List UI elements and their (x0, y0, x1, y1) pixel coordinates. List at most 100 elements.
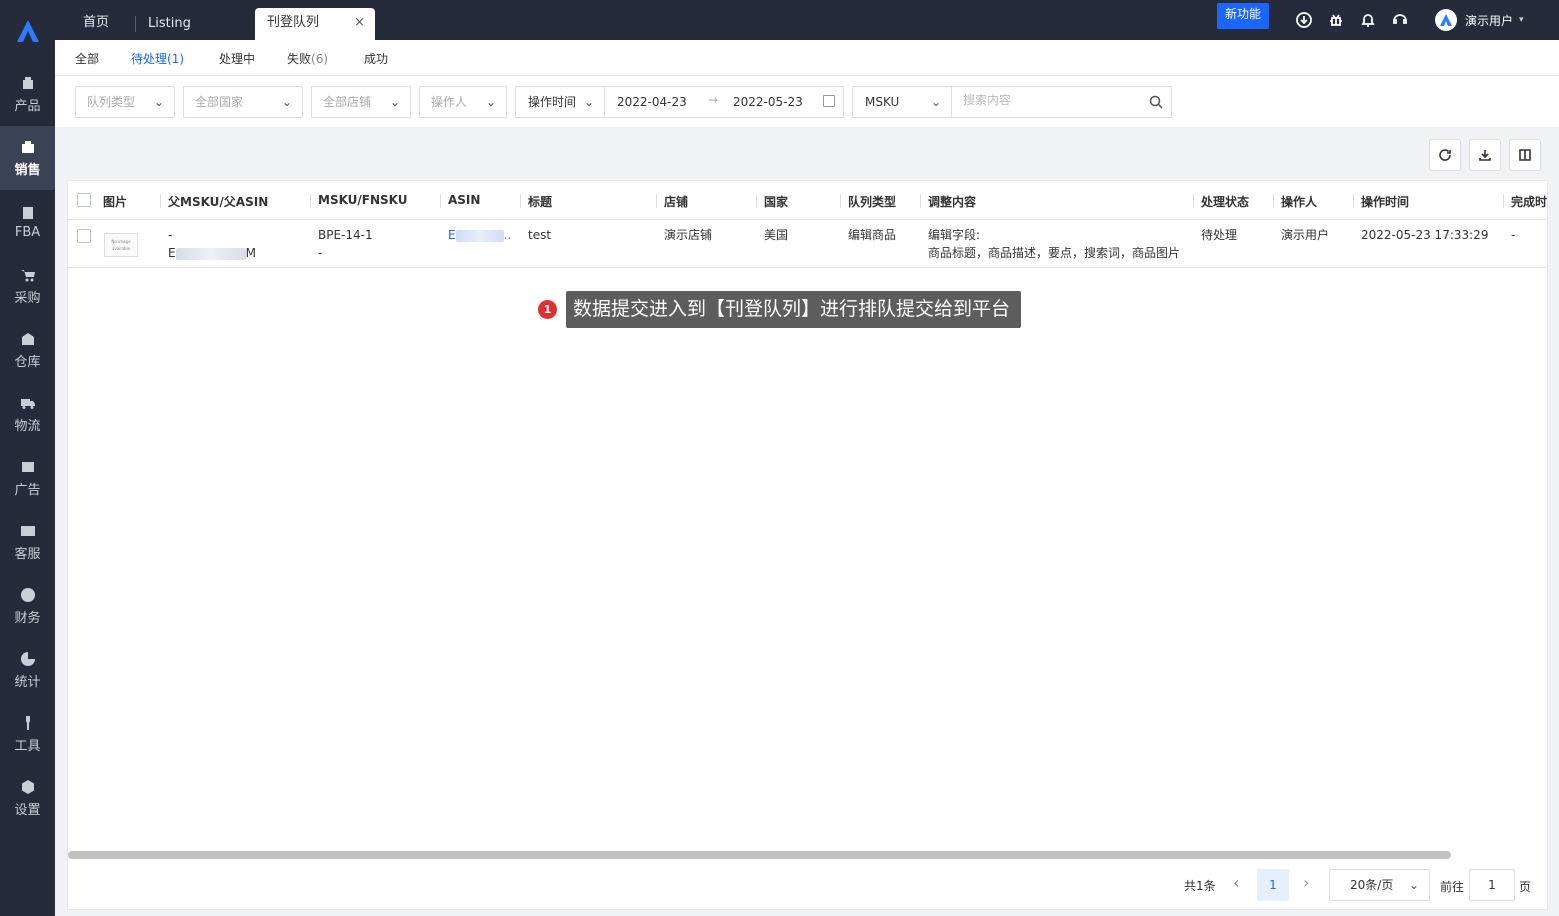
col-asin: ASIN (439, 193, 481, 208)
tab-label: 成功 (364, 52, 389, 66)
prev-page-icon[interactable]: ‹ (1233, 873, 1239, 892)
chevron-down-icon: ⌄ (1408, 878, 1419, 892)
bug-icon[interactable] (1327, 11, 1345, 29)
sidebar-item-label: 仓库 (14, 354, 41, 370)
top-icons (1295, 11, 1409, 29)
select-placeholder: 操作人 (431, 95, 468, 109)
product-thumbnail[interactable]: No image available (104, 233, 138, 257)
tab-count: (1) (167, 52, 185, 66)
sidebar-item-warehouse[interactable]: 仓库 (0, 318, 55, 382)
goto-page-input[interactable]: 1 (1469, 869, 1515, 901)
sidebar-item-fba[interactable]: FBA (0, 190, 55, 254)
select-placeholder: 队列类型 (87, 95, 136, 109)
table-toolbar (1429, 139, 1541, 171)
page-size-select[interactable]: 20条/页 ⌄ (1329, 869, 1430, 901)
tab-processing[interactable]: 处理中 (219, 50, 255, 67)
operator-select[interactable]: 操作人 ⌄ (419, 86, 507, 118)
select-all-checkbox[interactable] (77, 193, 91, 207)
columns-button[interactable] (1509, 139, 1541, 171)
export-button[interactable] (1469, 139, 1501, 171)
country-select[interactable]: 全部国家 ⌄ (183, 86, 303, 118)
fnsku: - (318, 246, 323, 260)
step-number-badge: 1 (538, 300, 557, 319)
parent-asin-end: M (245, 246, 256, 260)
sidebar-item-service[interactable]: 客服 (0, 510, 55, 574)
select-placeholder: 全部国家 (195, 95, 244, 109)
sidebar-item-stats[interactable]: 统计 (0, 638, 55, 702)
date-end-input[interactable]: 2022-05-23 (733, 95, 803, 109)
page-size-value: 20条/页 (1350, 878, 1394, 892)
calendar-icon[interactable] (823, 95, 835, 107)
sidebar-item-purchase[interactable]: 采购 (0, 254, 55, 318)
search-field-select[interactable]: MSKU ⌄ (853, 87, 952, 117)
download-icon[interactable] (1295, 11, 1313, 29)
next-page-icon[interactable]: › (1303, 873, 1309, 892)
chevron-down-icon: ⌄ (281, 95, 292, 109)
country: 美国 (764, 228, 789, 242)
tab-publish-queue[interactable]: 刊登队列 × (255, 8, 375, 40)
queue-type-select[interactable]: 队列类型 ⌄ (75, 86, 175, 118)
chevron-down-icon: ⌄ (930, 95, 941, 109)
chevron-down-icon: ⌄ (389, 95, 400, 109)
sidebar-item-finance[interactable]: 财务 (0, 574, 55, 638)
caret-down-icon: ▾ (1519, 15, 1524, 25)
refresh-icon (1439, 149, 1451, 161)
truck-icon (20, 395, 36, 411)
sidebar-item-label: 工具 (14, 738, 41, 754)
store-select[interactable]: 全部店铺 ⌄ (311, 86, 411, 118)
sidebar-item-tools[interactable]: 工具 (0, 702, 55, 766)
refresh-button[interactable] (1429, 139, 1461, 171)
horizontal-scrollbar[interactable] (68, 851, 1451, 859)
col-op-time: 操作时间 (1352, 194, 1410, 209)
queue-type: 编辑商品 (848, 228, 897, 242)
adjust-label: 编辑字段: (928, 228, 981, 242)
new-feature-badge[interactable]: 新功能 (1217, 3, 1269, 29)
sidebar-item-sales[interactable]: 销售 (0, 126, 55, 190)
tab-all[interactable]: 全部 (75, 50, 99, 67)
chevron-down-icon: ⌄ (485, 95, 496, 109)
download-icon (1479, 150, 1491, 161)
sidebar-item-settings[interactable]: 设置 (0, 766, 55, 830)
select-placeholder: 全部店铺 (323, 95, 372, 109)
sidebar-item-label: 采购 (14, 290, 41, 306)
sidebar-item-product[interactable]: 产品 (0, 62, 55, 126)
chevron-down-icon: ⌄ (153, 95, 164, 109)
search-icon[interactable] (1149, 95, 1163, 112)
tab-success[interactable]: 成功 (364, 50, 388, 67)
user-name: 演示用户 (1465, 13, 1514, 28)
queue-table: 图片 父MSKU/父ASIN MSKU/FNSKU ASIN 标题 店铺 国家 … (67, 180, 1548, 910)
goto-label: 前往 (1440, 880, 1465, 894)
tab-label: 处理中 (219, 52, 256, 66)
msku: BPE-14-1 (318, 228, 373, 242)
tab-pending[interactable]: 待处理(1) (131, 50, 185, 78)
col-status: 处理状态 (1192, 194, 1250, 209)
asin-link[interactable]: E.. (448, 226, 511, 244)
sell-icon (20, 139, 36, 155)
sidebar-item-label: 物流 (14, 418, 41, 434)
tab-failed[interactable]: 失败(6) (287, 50, 328, 67)
time-type-select[interactable]: 操作时间 ⌄ (516, 87, 605, 117)
annotation-tooltip: 数据提交进入到【刊登队列】进行排队提交给到平台 (566, 291, 1022, 328)
app-logo[interactable] (0, 0, 55, 62)
yen-icon (20, 587, 36, 603)
support-icon[interactable] (1391, 11, 1409, 29)
status-text: 待处理 (1201, 228, 1238, 242)
sidebar-item-ads[interactable]: 广告 (0, 446, 55, 510)
settings-icon (20, 779, 36, 795)
bell-icon[interactable] (1359, 11, 1377, 29)
user-menu[interactable]: 演示用户 ▾ (1435, 9, 1524, 31)
row-checkbox[interactable] (77, 229, 91, 243)
page-1-button[interactable]: 1 (1257, 869, 1289, 901)
sidebar-item-label: 财务 (14, 610, 41, 626)
tab-listing[interactable]: Listing (135, 16, 203, 32)
tab-home[interactable]: 首页 (71, 8, 121, 40)
pie-icon (20, 651, 36, 667)
fba-icon (20, 205, 36, 221)
columns-icon (1519, 149, 1531, 161)
store: 演示店铺 (664, 228, 713, 242)
table-row: No image available - EM BPE-14-1 - E.. t… (68, 220, 1547, 268)
sidebar-item-logistics[interactable]: 物流 (0, 382, 55, 446)
close-icon[interactable]: × (354, 8, 365, 38)
date-start-input[interactable]: 2022-04-23 (617, 95, 687, 109)
search-input[interactable] (963, 93, 1143, 107)
